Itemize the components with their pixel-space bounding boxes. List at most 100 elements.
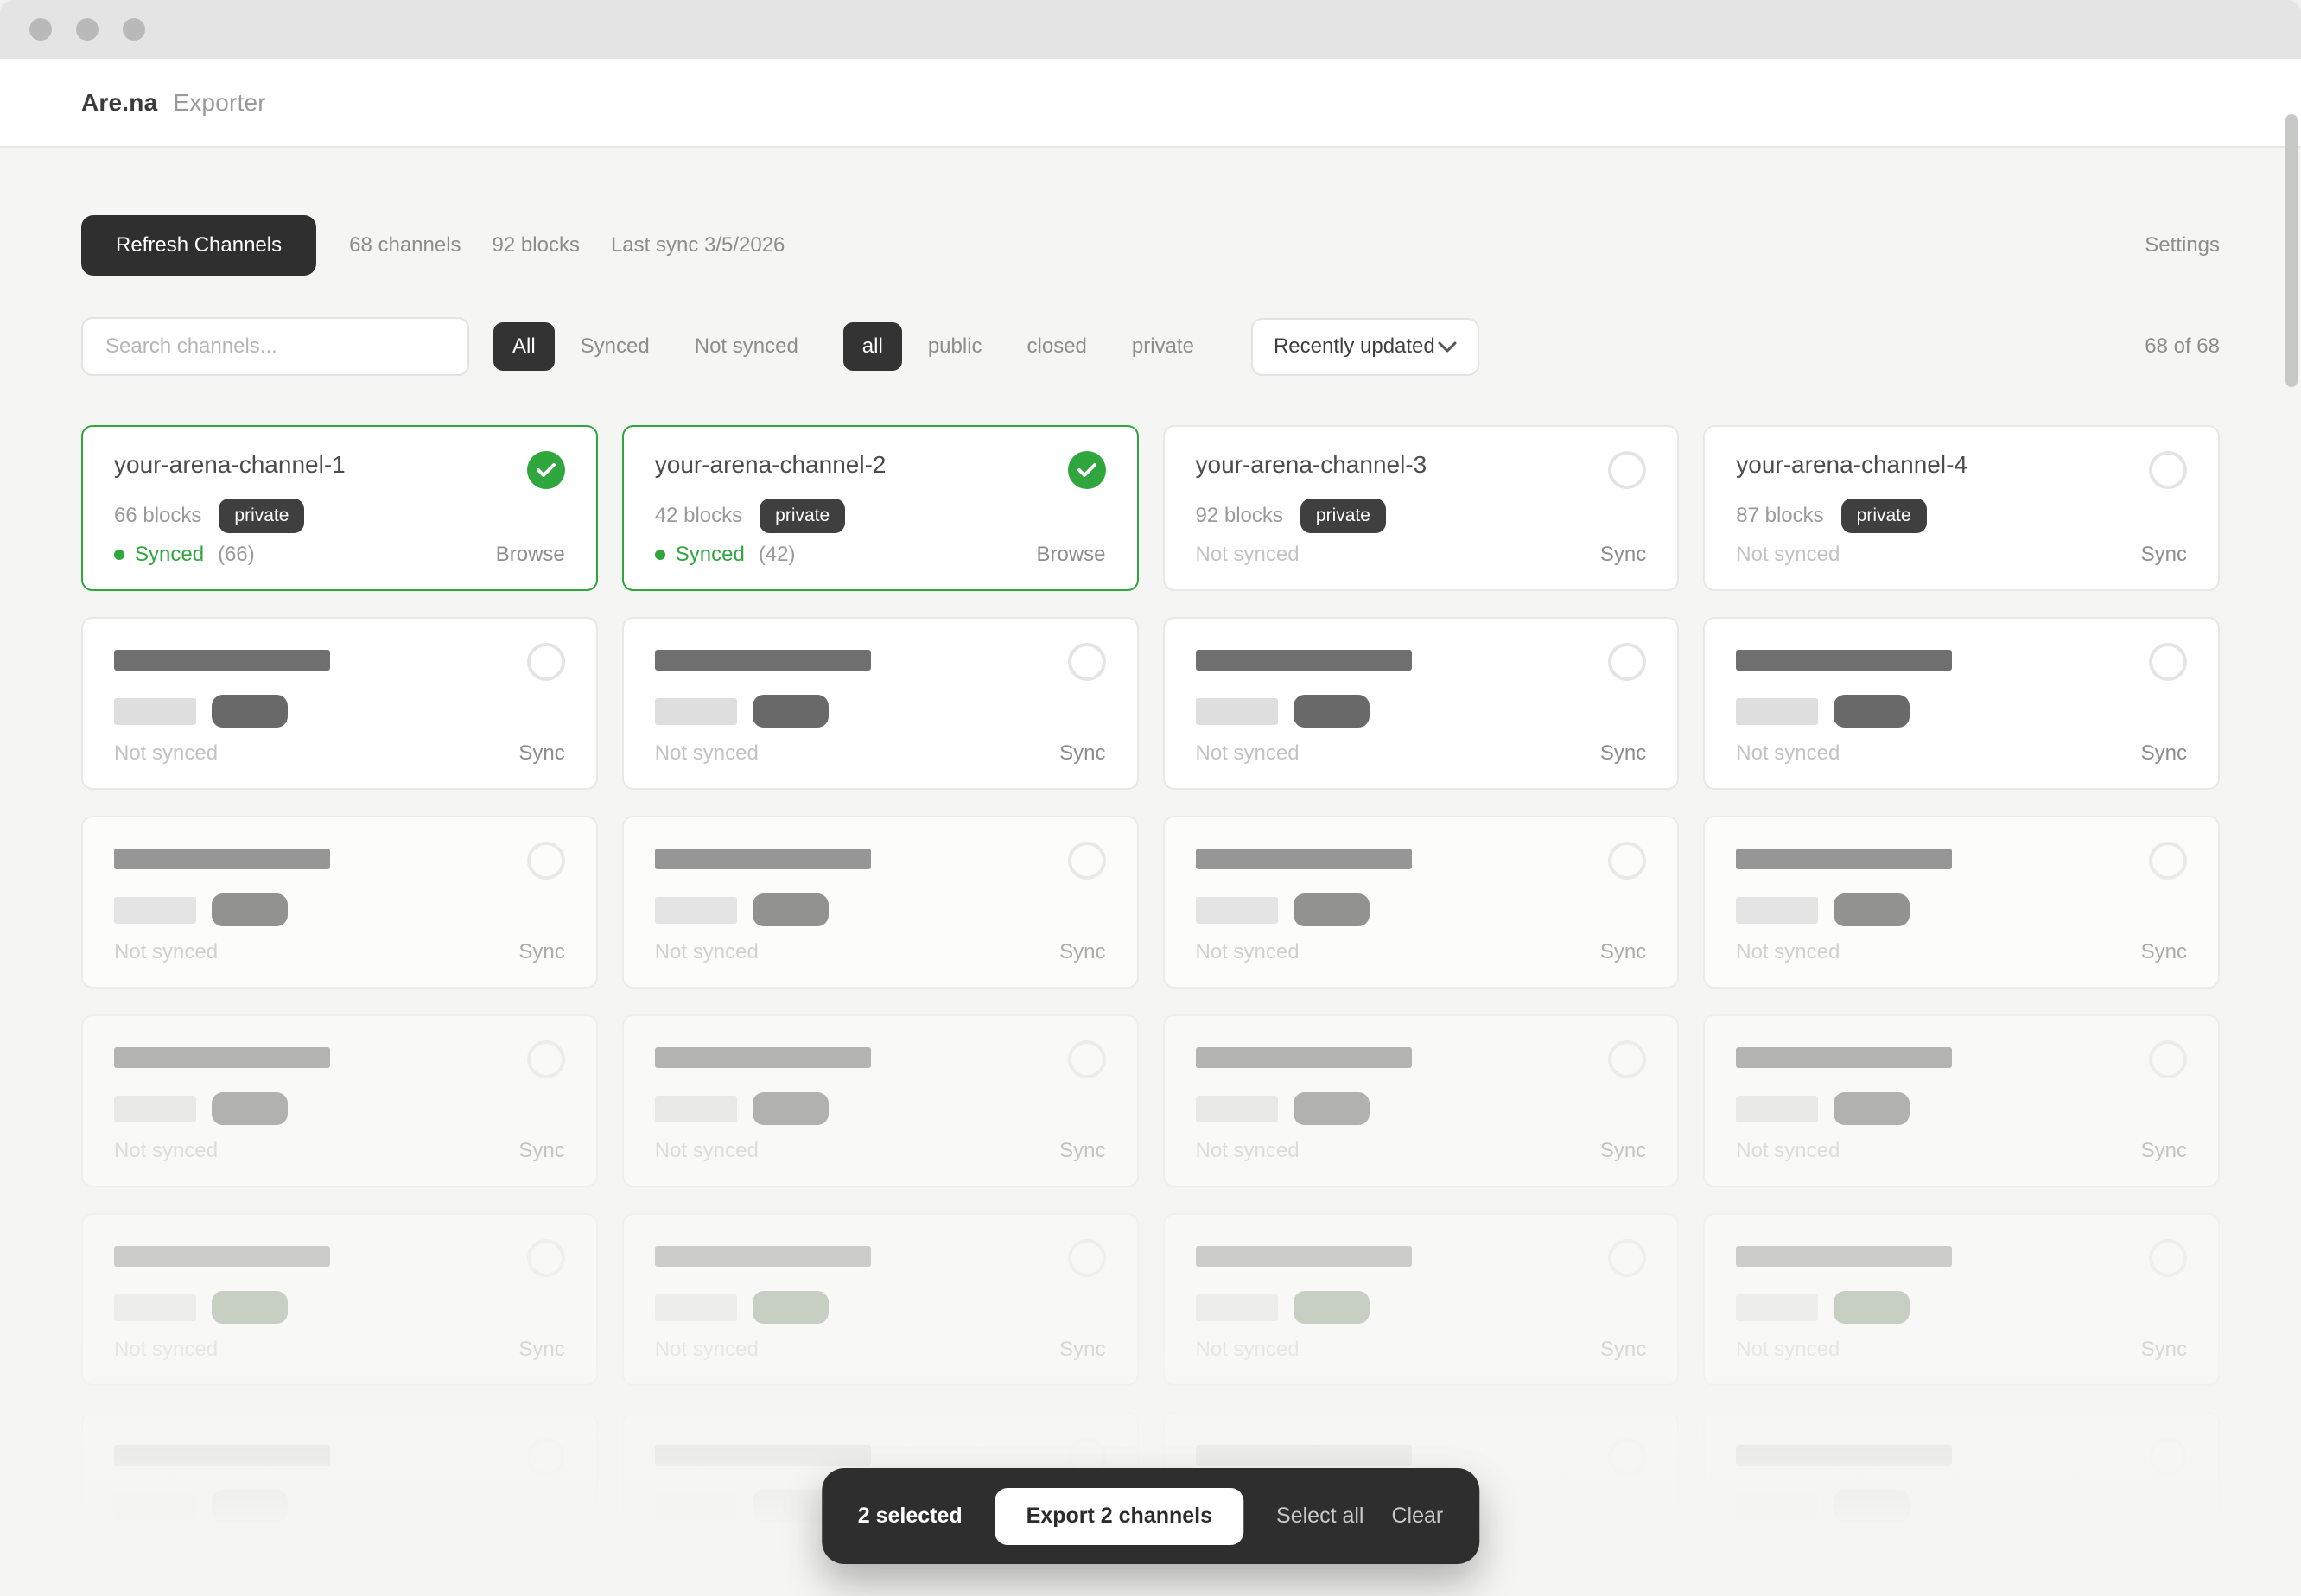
skeleton-blocks-bar [1196, 1096, 1278, 1122]
select-circle[interactable] [527, 643, 565, 681]
select-circle[interactable] [527, 842, 565, 880]
selected-check-icon[interactable] [527, 451, 565, 489]
skeleton-channel-card[interactable]: Not synced Sync [1703, 1412, 2220, 1585]
export-channels-button[interactable]: Export 2 channels [995, 1488, 1243, 1545]
select-circle[interactable] [1608, 1438, 1646, 1476]
skeleton-channel-card[interactable]: Not synced Sync [81, 1412, 598, 1585]
select-circle[interactable] [1068, 1040, 1106, 1078]
card-action-link[interactable]: Browse [496, 543, 565, 567]
select-circle[interactable] [2149, 451, 2187, 489]
card-action-link[interactable]: Sync [1600, 741, 1646, 766]
select-circle[interactable] [2149, 1438, 2187, 1476]
card-action-link[interactable]: Sync [2141, 1338, 2187, 1362]
card-action-link[interactable]: Sync [2141, 543, 2187, 567]
card-footer: Not synced Sync [1196, 741, 1647, 766]
sync-status: Synced (42) [655, 543, 796, 567]
refresh-channels-button[interactable]: Refresh Channels [81, 215, 316, 276]
selected-count-label: 2 selected [858, 1504, 963, 1529]
filter-vis-private[interactable]: private [1113, 322, 1213, 371]
card-footer: Not synced Sync [1736, 543, 2187, 567]
skeleton-channel-card[interactable]: Not synced Sync [1163, 816, 1680, 989]
select-circle[interactable] [527, 1239, 565, 1277]
filter-vis-all[interactable]: all [843, 322, 902, 371]
filter-not-synced[interactable]: Not synced [676, 322, 817, 371]
select-circle[interactable] [1608, 643, 1646, 681]
card-action-link[interactable]: Sync [518, 1536, 564, 1561]
card-action-link[interactable]: Sync [1059, 940, 1105, 964]
card-action-link[interactable]: Sync [2141, 940, 2187, 964]
card-action-link[interactable]: Sync [518, 1139, 564, 1163]
window-minimize-button[interactable] [76, 18, 99, 41]
card-action-link[interactable]: Sync [1059, 1139, 1105, 1163]
channel-card[interactable]: your-arena-channel-1 66 blocks private S… [81, 425, 598, 591]
select-circle[interactable] [1608, 1040, 1646, 1078]
card-header [1196, 842, 1647, 880]
card-action-link[interactable]: Sync [518, 940, 564, 964]
card-action-link[interactable]: Sync [1600, 1139, 1646, 1163]
select-circle[interactable] [1608, 1239, 1646, 1277]
sort-select-value: Recently updated [1274, 334, 1435, 359]
skeleton-channel-card[interactable]: Not synced Sync [622, 816, 1139, 989]
card-action-link[interactable]: Sync [1600, 1338, 1646, 1362]
skeleton-channel-card[interactable]: Not synced Sync [1163, 617, 1680, 790]
skeleton-channel-card[interactable]: Not synced Sync [1703, 1014, 2220, 1187]
filter-vis-closed[interactable]: closed [1008, 322, 1106, 371]
select-circle[interactable] [1608, 451, 1646, 489]
select-circle[interactable] [1068, 842, 1106, 880]
skeleton-channel-card[interactable]: Not synced Sync [1703, 816, 2220, 989]
skeleton-channel-card[interactable]: Not synced Sync [1703, 1213, 2220, 1386]
vertical-scrollbar-thumb[interactable] [2285, 114, 2298, 387]
skeleton-channel-card[interactable]: Not synced Sync [81, 1014, 598, 1187]
card-meta [1196, 695, 1647, 728]
window-close-button[interactable] [29, 18, 52, 41]
clear-selection-link[interactable]: Clear [1391, 1504, 1443, 1529]
select-circle[interactable] [2149, 1239, 2187, 1277]
select-circle[interactable] [1068, 1239, 1106, 1277]
select-all-link[interactable]: Select all [1276, 1504, 1363, 1529]
card-footer: Not synced Sync [114, 741, 565, 766]
card-action-link[interactable]: Sync [1059, 1338, 1105, 1362]
channel-card[interactable]: your-arena-channel-2 42 blocks private S… [622, 425, 1139, 591]
card-action-link[interactable]: Sync [1600, 543, 1646, 567]
card-action-link[interactable]: Sync [2141, 741, 2187, 766]
filter-all[interactable]: All [493, 322, 555, 371]
card-action-link[interactable]: Sync [518, 1338, 564, 1362]
skeleton-channel-card[interactable]: Not synced Sync [81, 617, 598, 790]
card-action-link[interactable]: Sync [1600, 1536, 1646, 1561]
channel-title: your-arena-channel-3 [1196, 451, 1427, 479]
channel-card[interactable]: your-arena-channel-4 87 blocks private N… [1703, 425, 2220, 591]
card-header: your-arena-channel-1 [114, 451, 565, 489]
skeleton-channel-card[interactable]: Not synced Sync [1163, 1213, 1680, 1386]
filter-vis-public[interactable]: public [909, 322, 1001, 371]
skeleton-badge-pill [1294, 1291, 1370, 1324]
skeleton-channel-card[interactable]: Not synced Sync [622, 1213, 1139, 1386]
settings-link[interactable]: Settings [2145, 233, 2220, 258]
skeleton-channel-card[interactable]: Not synced Sync [1163, 1014, 1680, 1187]
sort-select[interactable]: Recently updated [1251, 318, 1479, 376]
select-circle[interactable] [2149, 842, 2187, 880]
skeleton-channel-card[interactable]: Not synced Sync [1703, 617, 2220, 790]
select-circle[interactable] [527, 1438, 565, 1476]
skeleton-channel-card[interactable]: Not synced Sync [81, 1213, 598, 1386]
card-action-link[interactable]: Sync [2141, 1536, 2187, 1561]
selected-check-icon[interactable] [1068, 451, 1106, 489]
sync-filter-group: All Synced Not synced [493, 322, 817, 371]
card-action-link[interactable]: Sync [2141, 1139, 2187, 1163]
card-action-link[interactable]: Browse [1036, 543, 1105, 567]
channel-card[interactable]: your-arena-channel-3 92 blocks private N… [1163, 425, 1680, 591]
card-action-link[interactable]: Sync [1059, 741, 1105, 766]
select-circle[interactable] [1068, 643, 1106, 681]
select-circle[interactable] [2149, 643, 2187, 681]
search-input[interactable] [81, 317, 469, 376]
skeleton-channel-card[interactable]: Not synced Sync [622, 617, 1139, 790]
skeleton-channel-card[interactable]: Not synced Sync [622, 1014, 1139, 1187]
select-circle[interactable] [2149, 1040, 2187, 1078]
card-footer: Not synced Sync [1736, 1139, 2187, 1163]
window-zoom-button[interactable] [123, 18, 145, 41]
skeleton-channel-card[interactable]: Not synced Sync [81, 816, 598, 989]
card-action-link[interactable]: Sync [518, 741, 564, 766]
card-action-link[interactable]: Sync [1600, 940, 1646, 964]
select-circle[interactable] [1608, 842, 1646, 880]
select-circle[interactable] [527, 1040, 565, 1078]
filter-synced[interactable]: Synced [562, 322, 669, 371]
